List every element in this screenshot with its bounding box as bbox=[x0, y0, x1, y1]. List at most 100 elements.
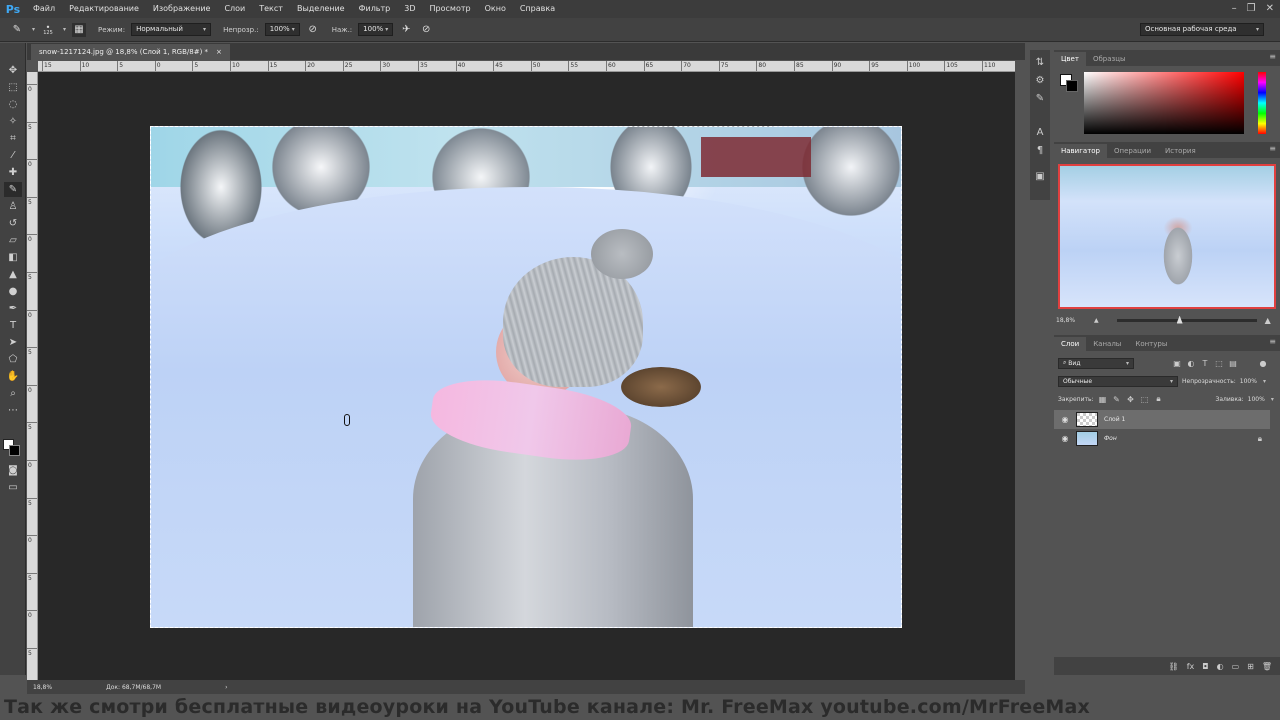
filter-type-icon[interactable]: T bbox=[1200, 358, 1210, 368]
menu-filter[interactable]: Фильтр bbox=[352, 0, 398, 18]
dodge-tool-icon[interactable]: ● bbox=[4, 284, 22, 299]
fx-icon[interactable]: fx bbox=[1187, 662, 1195, 671]
quick-mask-icon[interactable]: ◙ bbox=[4, 463, 22, 478]
clone-stamp-tool-icon[interactable]: ♙ bbox=[4, 199, 22, 214]
ruler-vertical[interactable]: 0 5 0 5 0 5 0 5 0 5 0 5 0 5 0 5 bbox=[27, 72, 38, 680]
pen-tool-icon[interactable]: ✒ bbox=[4, 301, 22, 316]
menu-type[interactable]: Текст bbox=[252, 0, 290, 18]
move-tool-icon[interactable]: ✥ bbox=[4, 63, 22, 78]
minimize-button[interactable]: – bbox=[1232, 0, 1237, 18]
close-button[interactable]: ✕ bbox=[1266, 0, 1274, 18]
paragraph-panel-icon[interactable]: ¶ bbox=[1033, 144, 1047, 158]
canvas-area[interactable] bbox=[38, 72, 1015, 680]
new-group-icon[interactable]: ▭ bbox=[1232, 662, 1240, 671]
tab-layers[interactable]: Слои bbox=[1054, 337, 1087, 351]
blur-tool-icon[interactable]: ▲ bbox=[4, 267, 22, 282]
shape-tool-icon[interactable]: ⬠ bbox=[4, 352, 22, 367]
chevron-down-icon[interactable]: ▾ bbox=[32, 26, 35, 33]
trash-icon[interactable]: 🗑︎ bbox=[1262, 662, 1272, 671]
screen-mode-icon[interactable]: ▭ bbox=[4, 480, 22, 495]
menu-file[interactable]: Файл bbox=[26, 0, 62, 18]
layer-row-background[interactable]: ◉ Фон 🔒︎ bbox=[1054, 429, 1270, 448]
filter-shape-icon[interactable]: ⬚ bbox=[1214, 358, 1224, 368]
gradient-tool-icon[interactable]: ◧ bbox=[4, 250, 22, 265]
navigator-thumbnail[interactable] bbox=[1058, 164, 1276, 309]
lock-position-icon[interactable]: ✥ bbox=[1126, 394, 1136, 404]
tab-swatches[interactable]: Образцы bbox=[1086, 52, 1133, 66]
background-color-swatch[interactable] bbox=[9, 445, 20, 456]
zoom-tool-icon[interactable]: ⌕ bbox=[4, 386, 22, 401]
status-zoom[interactable]: 18,8% bbox=[33, 684, 52, 691]
link-layers-icon[interactable]: ⛓ bbox=[1169, 662, 1179, 671]
type-tool-icon[interactable]: T bbox=[4, 318, 22, 333]
flow-field[interactable]: 100% ▾ bbox=[358, 23, 394, 36]
lock-transparent-icon[interactable]: ▦ bbox=[1098, 394, 1108, 404]
brush-panel-icon[interactable]: ▦ bbox=[72, 22, 87, 37]
filter-pixel-icon[interactable]: ▣ bbox=[1172, 358, 1182, 368]
blend-mode-select[interactable]: Обычные ▾ bbox=[1058, 375, 1178, 387]
tab-actions[interactable]: Операции bbox=[1107, 144, 1158, 158]
tab-navigator[interactable]: Навигатор bbox=[1054, 144, 1107, 158]
menu-help[interactable]: Справка bbox=[513, 0, 562, 18]
color-background-swatch[interactable] bbox=[1066, 80, 1078, 92]
path-select-tool-icon[interactable]: ➤ bbox=[4, 335, 22, 350]
tab-channels[interactable]: Каналы bbox=[1086, 337, 1128, 351]
menu-window[interactable]: Окно bbox=[478, 0, 513, 18]
layer-opacity-value[interactable]: 100% bbox=[1240, 378, 1257, 385]
chevron-down-icon[interactable]: ▾ bbox=[1271, 396, 1274, 403]
quick-select-tool-icon[interactable]: ✧ bbox=[4, 114, 22, 129]
document-tab[interactable]: snow-1217124.jpg @ 18,8% (Слой 1, RGB/8#… bbox=[31, 44, 230, 60]
brush-tool-icon[interactable]: ✎ bbox=[4, 182, 22, 197]
tab-paths[interactable]: Контуры bbox=[1128, 337, 1174, 351]
marquee-tool-icon[interactable]: ⬚ bbox=[4, 80, 22, 95]
zoom-out-icon[interactable]: ▲ bbox=[1094, 317, 1099, 324]
close-tab-icon[interactable]: × bbox=[216, 48, 222, 56]
lock-image-icon[interactable]: ✎ bbox=[1112, 394, 1122, 404]
navigator-zoom-value[interactable]: 18,8% bbox=[1056, 317, 1086, 324]
properties-panel-icon[interactable]: ▣ bbox=[1033, 170, 1047, 184]
more-tools-icon[interactable]: ⋯ bbox=[4, 403, 22, 418]
eye-icon[interactable]: ◉ bbox=[1060, 415, 1070, 424]
workspace-select[interactable]: Основная рабочая среда ▾ bbox=[1140, 23, 1264, 36]
brush-presets-icon[interactable]: ✎ bbox=[1033, 92, 1047, 106]
menu-layers[interactable]: Слои bbox=[217, 0, 252, 18]
tab-color[interactable]: Цвет bbox=[1054, 52, 1086, 66]
chevron-down-icon[interactable]: ▾ bbox=[63, 26, 66, 33]
layer-row-1[interactable]: ◉ Слой 1 bbox=[1054, 410, 1270, 429]
eyedropper-tool-icon[interactable]: ⁄ bbox=[4, 148, 22, 163]
tab-history[interactable]: История bbox=[1158, 144, 1203, 158]
menu-image[interactable]: Изображение bbox=[146, 0, 218, 18]
panel-menu-icon[interactable]: ≡ bbox=[1269, 337, 1276, 346]
color-picker-field[interactable] bbox=[1084, 72, 1244, 134]
filter-toggle-icon[interactable]: ● bbox=[1258, 358, 1268, 368]
hand-tool-icon[interactable]: ✋ bbox=[4, 369, 22, 384]
restore-button[interactable]: ❐ bbox=[1247, 0, 1256, 18]
character-panel-icon[interactable]: A bbox=[1033, 126, 1047, 140]
history-brush-tool-icon[interactable]: ↺ bbox=[4, 216, 22, 231]
crop-tool-icon[interactable]: ⌗ bbox=[4, 131, 22, 146]
eye-icon[interactable]: ◉ bbox=[1060, 434, 1070, 443]
lock-artboard-icon[interactable]: ⬚ bbox=[1140, 394, 1150, 404]
zoom-in-icon[interactable]: ▲ bbox=[1265, 316, 1271, 325]
navigator-zoom-slider[interactable] bbox=[1116, 315, 1257, 324]
opacity-field[interactable]: 100% ▾ bbox=[264, 23, 300, 36]
adjustment-layer-icon[interactable]: ◐ bbox=[1217, 662, 1224, 671]
menu-edit[interactable]: Редактирование bbox=[62, 0, 146, 18]
healing-brush-tool-icon[interactable]: ✚ bbox=[4, 165, 22, 180]
eraser-tool-icon[interactable]: ▱ bbox=[4, 233, 22, 248]
mode-select[interactable]: Нормальный ▾ bbox=[131, 23, 212, 36]
panel-menu-icon[interactable]: ≡ bbox=[1269, 52, 1276, 61]
adjust-panel-icon[interactable]: ⚙ bbox=[1033, 74, 1047, 88]
hue-slider[interactable] bbox=[1258, 72, 1266, 134]
fill-value[interactable]: 100% bbox=[1248, 396, 1265, 403]
add-mask-icon[interactable]: ◘ bbox=[1202, 662, 1208, 671]
menu-select[interactable]: Выделение bbox=[290, 0, 352, 18]
new-layer-icon[interactable]: ⊞ bbox=[1247, 662, 1254, 671]
menu-3d[interactable]: 3D bbox=[397, 0, 422, 18]
airbrush-icon[interactable]: ✈ bbox=[399, 23, 413, 37]
lock-all-icon[interactable]: 🔒︎ bbox=[1154, 394, 1164, 404]
layer-filter-select[interactable]: ⌕ Вид ▾ bbox=[1058, 357, 1134, 369]
brush-preset-icon[interactable]: ✎ bbox=[10, 23, 24, 37]
brush-size-icon[interactable]: • 125 bbox=[41, 23, 55, 37]
pressure-size-icon[interactable]: ⊘ bbox=[419, 23, 433, 37]
